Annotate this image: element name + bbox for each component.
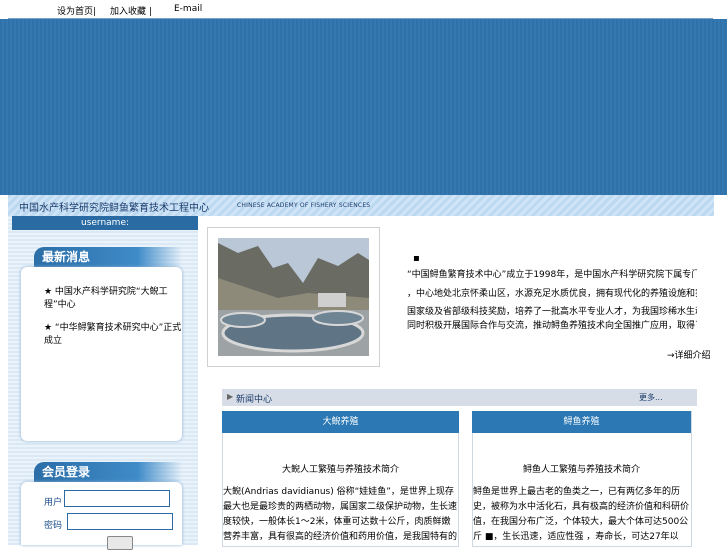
news-column-header[interactable]: 大鲵养殖	[222, 411, 459, 433]
intro-line: ，中心地处北京怀柔山区，水源充足水质优良，拥有现代化的养殖设施和实验室，承担国家…	[407, 289, 697, 299]
site-title-bar: 中国水产科学研究院鲟鱼繁育技术工程中心 CHINESE ACADEMY OF F…	[8, 195, 714, 216]
username-label: 用户	[44, 498, 63, 508]
add-favorite-link[interactable]: 加入收藏 |	[110, 4, 152, 17]
news-article-title[interactable]: 鲟鱼人工繁殖与养殖技术简介	[472, 462, 691, 475]
top-nav-bar: 设为首页| 加入收藏 | E-mail	[8, 0, 713, 19]
list-item[interactable]: ★ 中国水产科学研究院“大鲵工程”中心	[44, 286, 184, 312]
login-button[interactable]	[107, 536, 133, 550]
username-bar: username:	[12, 216, 198, 230]
list-item[interactable]: ★ “中华鲟繁育技术研究中心”正式成立	[44, 322, 184, 348]
news-center-bar: ▶ 新闻中心 更多...	[222, 389, 697, 406]
email-link[interactable]: E-mail	[174, 4, 202, 14]
password-label: 密码	[44, 521, 63, 531]
photo-image	[218, 238, 369, 356]
latest-news-heading: 最新消息	[34, 247, 182, 267]
news-article-text: 鲟鱼是世界上最古老的鱼类之一，已有两亿多年的历史，被称为水中活化石，具有极高的经…	[473, 487, 690, 542]
news-article-text: 大鲵(Andrias davidianus) 俗称“娃娃鱼”，是世界上现存最大也…	[223, 487, 457, 542]
news-column-header[interactable]: 鲟鱼养殖	[472, 411, 691, 433]
news-center-title: 新闻中心	[236, 395, 273, 405]
login-heading: 会员登录	[34, 462, 182, 482]
set-home-link[interactable]: 设为首页|	[57, 4, 96, 17]
password-input[interactable]	[67, 513, 173, 530]
intro-line: 国家级及省部级科技奖励，培养了一批高水平专业人才，为我国珍稀水生动物保护与鲟鱼产…	[407, 307, 697, 317]
site-title-en: CHINESE ACADEMY OF FISHERY SCIENCES	[237, 202, 371, 209]
username-input[interactable]	[64, 490, 170, 507]
fish-ponds-photo	[207, 227, 380, 367]
site-title-cn: 中国水产科学研究院鲟鱼繁育技术工程中心	[19, 203, 209, 214]
news-article-title[interactable]: 大鲵人工繁殖与养殖技术简介	[222, 462, 459, 475]
more-intro-link[interactable]: →详细介绍	[667, 348, 711, 361]
intro-line: “中国鲟鱼繁育技术中心”成立于1998年，是中国水产科学研究院下属专门从事鲟鱼及…	[407, 270, 697, 280]
header-banner	[0, 19, 727, 195]
news-more-link[interactable]: 更多...	[639, 392, 663, 403]
triangle-right-icon: ▶	[227, 392, 234, 401]
intro-line: 同时积极开展国际合作与交流，推动鲟鱼养殖技术向全国推广应用，取得了良好的经济效益…	[407, 321, 697, 331]
intro-bullet: ▪	[413, 253, 420, 264]
